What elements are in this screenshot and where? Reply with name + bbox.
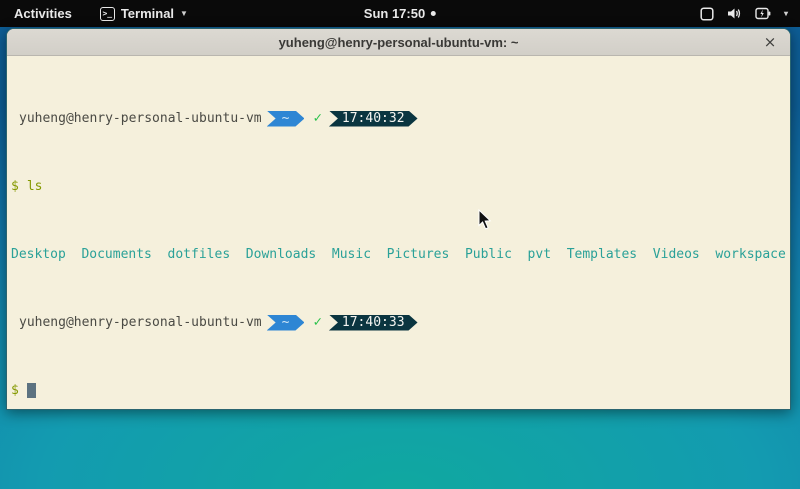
clock-label: Sun 17:50 — [364, 6, 425, 21]
status-check-icon: ✓ — [313, 110, 321, 127]
prompt-path-badge: ~ — [267, 111, 305, 127]
prompt-user: yuheng@henry-personal-ubuntu-vm — [11, 314, 262, 331]
window-title: yuheng@henry-personal-ubuntu-vm: ~ — [279, 35, 519, 50]
notification-dot — [431, 11, 436, 16]
shell-prompt: $ — [11, 382, 19, 399]
terminal-cursor — [27, 383, 36, 398]
prompt-line: yuheng@henry-personal-ubuntu-vm ~ ✓ 17:4… — [11, 314, 786, 331]
ls-output: Desktop Documents dotfiles Downloads Mus… — [11, 246, 786, 263]
terminal-content[interactable]: yuheng@henry-personal-ubuntu-vm ~ ✓ 17:4… — [7, 56, 790, 410]
command-text: ls — [27, 178, 43, 195]
battery-charging-icon — [755, 7, 771, 20]
command-line: $ ls — [11, 178, 786, 195]
shell-prompt: $ — [11, 178, 19, 195]
terminal-window: yuheng@henry-personal-ubuntu-vm: ~ × yuh… — [6, 28, 791, 410]
terminal-app-icon: >_ — [100, 7, 115, 21]
top-bar: Activities >_ Terminal ▼ Sun 17:50 ▾ — [0, 0, 800, 27]
prompt-time-badge: 17:40:33 — [329, 315, 418, 331]
clock-button[interactable]: Sun 17:50 — [364, 6, 436, 21]
prompt-time-badge: 17:40:32 — [329, 111, 418, 127]
mouse-pointer-icon — [478, 209, 492, 230]
status-check-icon: ✓ — [313, 314, 321, 331]
app-menu-terminal[interactable]: >_ Terminal ▼ — [100, 6, 188, 21]
prompt-line: yuheng@henry-personal-ubuntu-vm ~ ✓ 17:4… — [11, 110, 786, 127]
app-menu-label: Terminal — [121, 6, 174, 21]
chevron-down-icon: ▾ — [784, 9, 788, 18]
activities-button[interactable]: Activities — [10, 4, 76, 23]
chevron-down-icon: ▼ — [180, 9, 188, 18]
prompt-path-badge: ~ — [267, 315, 305, 331]
volume-icon — [727, 7, 742, 20]
prompt-user: yuheng@henry-personal-ubuntu-vm — [11, 110, 262, 127]
input-line: $ — [11, 382, 786, 399]
window-titlebar[interactable]: yuheng@henry-personal-ubuntu-vm: ~ × — [7, 29, 790, 56]
display-icon — [700, 7, 714, 21]
close-button[interactable]: × — [761, 33, 779, 51]
system-tray-menu[interactable]: ▾ — [700, 7, 788, 21]
